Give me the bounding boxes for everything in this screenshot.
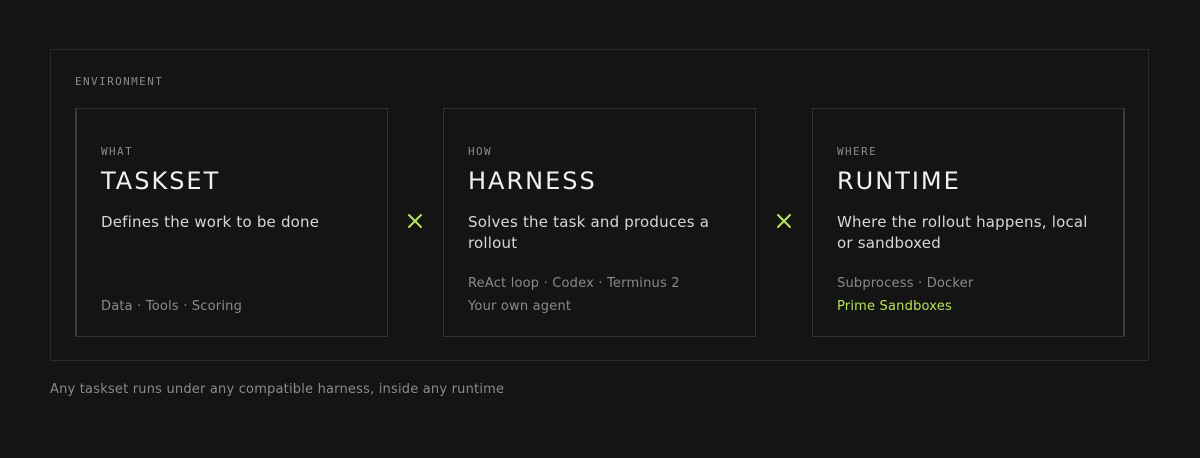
runtime-meta-sandboxes: Prime Sandboxes <box>837 299 952 314</box>
environment-label: ENVIRONMENT <box>75 75 164 88</box>
taskset-meta: Data · Tools · Scoring <box>101 299 243 314</box>
harness-card: HOW HARNESS Solves the task and produces… <box>443 108 756 337</box>
footnote: Any taskset runs under any compatible ha… <box>50 382 505 397</box>
harness-meta-options: ReAct loop · Codex · Terminus 2 <box>468 276 680 291</box>
runtime-title: RUNTIME <box>837 167 961 195</box>
taskset-title: TASKSET <box>101 167 221 195</box>
runtime-kicker: WHERE <box>837 145 878 158</box>
times-icon <box>774 211 794 231</box>
times-icon <box>405 211 425 231</box>
taskset-description: Defines the work to be done <box>101 213 320 231</box>
harness-meta-custom: Your own agent <box>468 299 572 314</box>
harness-title: HARNESS <box>468 167 597 195</box>
taskset-card: WHAT TASKSET Defines the work to be done… <box>75 108 388 337</box>
runtime-card: WHERE RUNTIME Where the rollout happens,… <box>812 108 1125 337</box>
runtime-description: Where the rollout happens, local or sand… <box>837 213 1088 252</box>
harness-kicker: HOW <box>468 145 493 158</box>
runtime-meta-options: Subprocess · Docker <box>837 276 974 291</box>
harness-description: Solves the task and produces a rollout <box>468 213 710 252</box>
taskset-kicker: WHAT <box>101 145 134 158</box>
